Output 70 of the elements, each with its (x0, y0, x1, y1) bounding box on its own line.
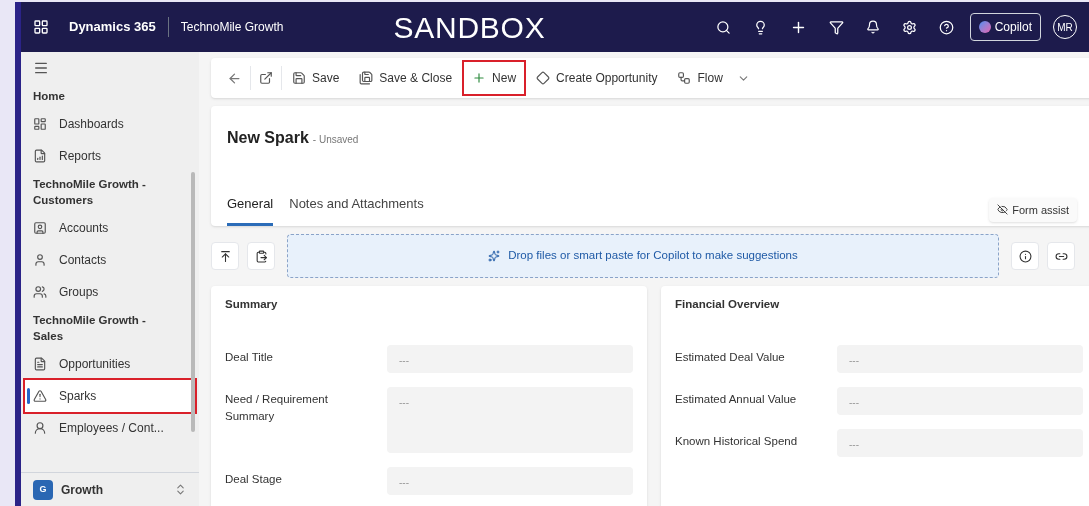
search-icon[interactable] (715, 19, 731, 35)
drop-hint: Drop files or smart paste for Copilot to make suggestions (508, 248, 798, 264)
person-icon (33, 253, 47, 267)
settings-icon[interactable] (901, 19, 917, 35)
save-status: - Unsaved (312, 133, 359, 147)
info-button[interactable] (1011, 242, 1039, 270)
group-title: TechnoMile Growth - Customers (32, 177, 147, 208)
form-tab[interactable]: General (227, 193, 274, 226)
menu-icon[interactable] (33, 60, 49, 76)
record-title: New Spark (227, 128, 309, 148)
diamond-icon (536, 71, 551, 85)
area-badge: G (33, 479, 53, 500)
bell-icon[interactable] (865, 20, 880, 34)
command-button[interactable]: Flow (669, 62, 758, 94)
nav-item[interactable]: Groups (25, 276, 195, 308)
scroll-top-button[interactable] (211, 242, 239, 270)
environment-label: SANDBOX (393, 9, 546, 46)
area-switcher[interactable]: G Growth (21, 472, 199, 506)
paste-button[interactable] (247, 242, 275, 270)
back-icon[interactable] (227, 70, 242, 86)
command-button[interactable]: Save & Close (351, 62, 461, 94)
warning-triangle-icon (33, 389, 47, 403)
save-close-icon (359, 71, 374, 85)
open-in-new-window-icon[interactable] (259, 71, 273, 85)
command-button[interactable]: Create Opportunity (528, 62, 666, 94)
flow-icon (677, 71, 692, 85)
filter-icon[interactable] (828, 19, 844, 35)
info-icon (1018, 249, 1032, 263)
field-label: Estimated Deal Value (675, 350, 786, 366)
dashboard-icon (33, 117, 47, 131)
field-label: Known Historical Spend (675, 434, 799, 450)
plus-icon (472, 71, 487, 85)
nav-item[interactable]: Dashboards (25, 108, 195, 140)
arrow-up-to-line-icon (218, 249, 232, 263)
field-label: Estimated Annual Value (675, 392, 798, 408)
clipboard-icon (254, 249, 268, 263)
command-button[interactable]: New (464, 62, 525, 94)
nav-item[interactable]: Accounts (25, 212, 195, 244)
drop-zone[interactable]: Drop files or smart paste for Copilot to make suggestions (287, 234, 999, 278)
group-title: Home (32, 89, 66, 104)
app-name[interactable]: TechnoMile Growth (180, 18, 284, 36)
report-icon (33, 149, 47, 163)
link-button[interactable] (1047, 242, 1075, 270)
document-icon (33, 357, 47, 371)
people-icon (33, 285, 47, 299)
nav-item[interactable]: Contacts (25, 244, 195, 276)
copilot-icon (978, 21, 991, 33)
person-icon (33, 421, 47, 435)
group-title: TechnoMile Growth - Sales (32, 313, 147, 344)
brand-name[interactable]: Dynamics 365 (69, 17, 156, 37)
save-icon (292, 71, 306, 85)
app-launcher-icon[interactable] (33, 19, 49, 35)
form-tab[interactable]: Notes and Attachments (289, 193, 424, 226)
field-label: Deal Stage (225, 472, 283, 488)
section-title: Summary (225, 297, 279, 312)
command-button[interactable]: Save (284, 62, 348, 94)
help-icon[interactable] (938, 19, 954, 35)
section-title: Financial Overview (675, 297, 781, 312)
field-label: Deal Title (225, 350, 274, 366)
up-down-icon (174, 483, 187, 496)
nav-item[interactable]: Opportunities (25, 348, 195, 380)
eye-off-icon (997, 204, 1009, 216)
form-assist-button[interactable]: Form assist (989, 197, 1077, 222)
copilot-button[interactable]: Copilot (969, 13, 1041, 41)
sparkle-icon (488, 250, 501, 262)
area-name: Growth (61, 481, 104, 499)
account-card-icon (33, 221, 47, 235)
nav-item[interactable]: Employees / Cont... (25, 412, 195, 444)
nav-item[interactable]: Reports (25, 140, 195, 172)
field-label: Need / Requirement Summary (225, 392, 329, 425)
